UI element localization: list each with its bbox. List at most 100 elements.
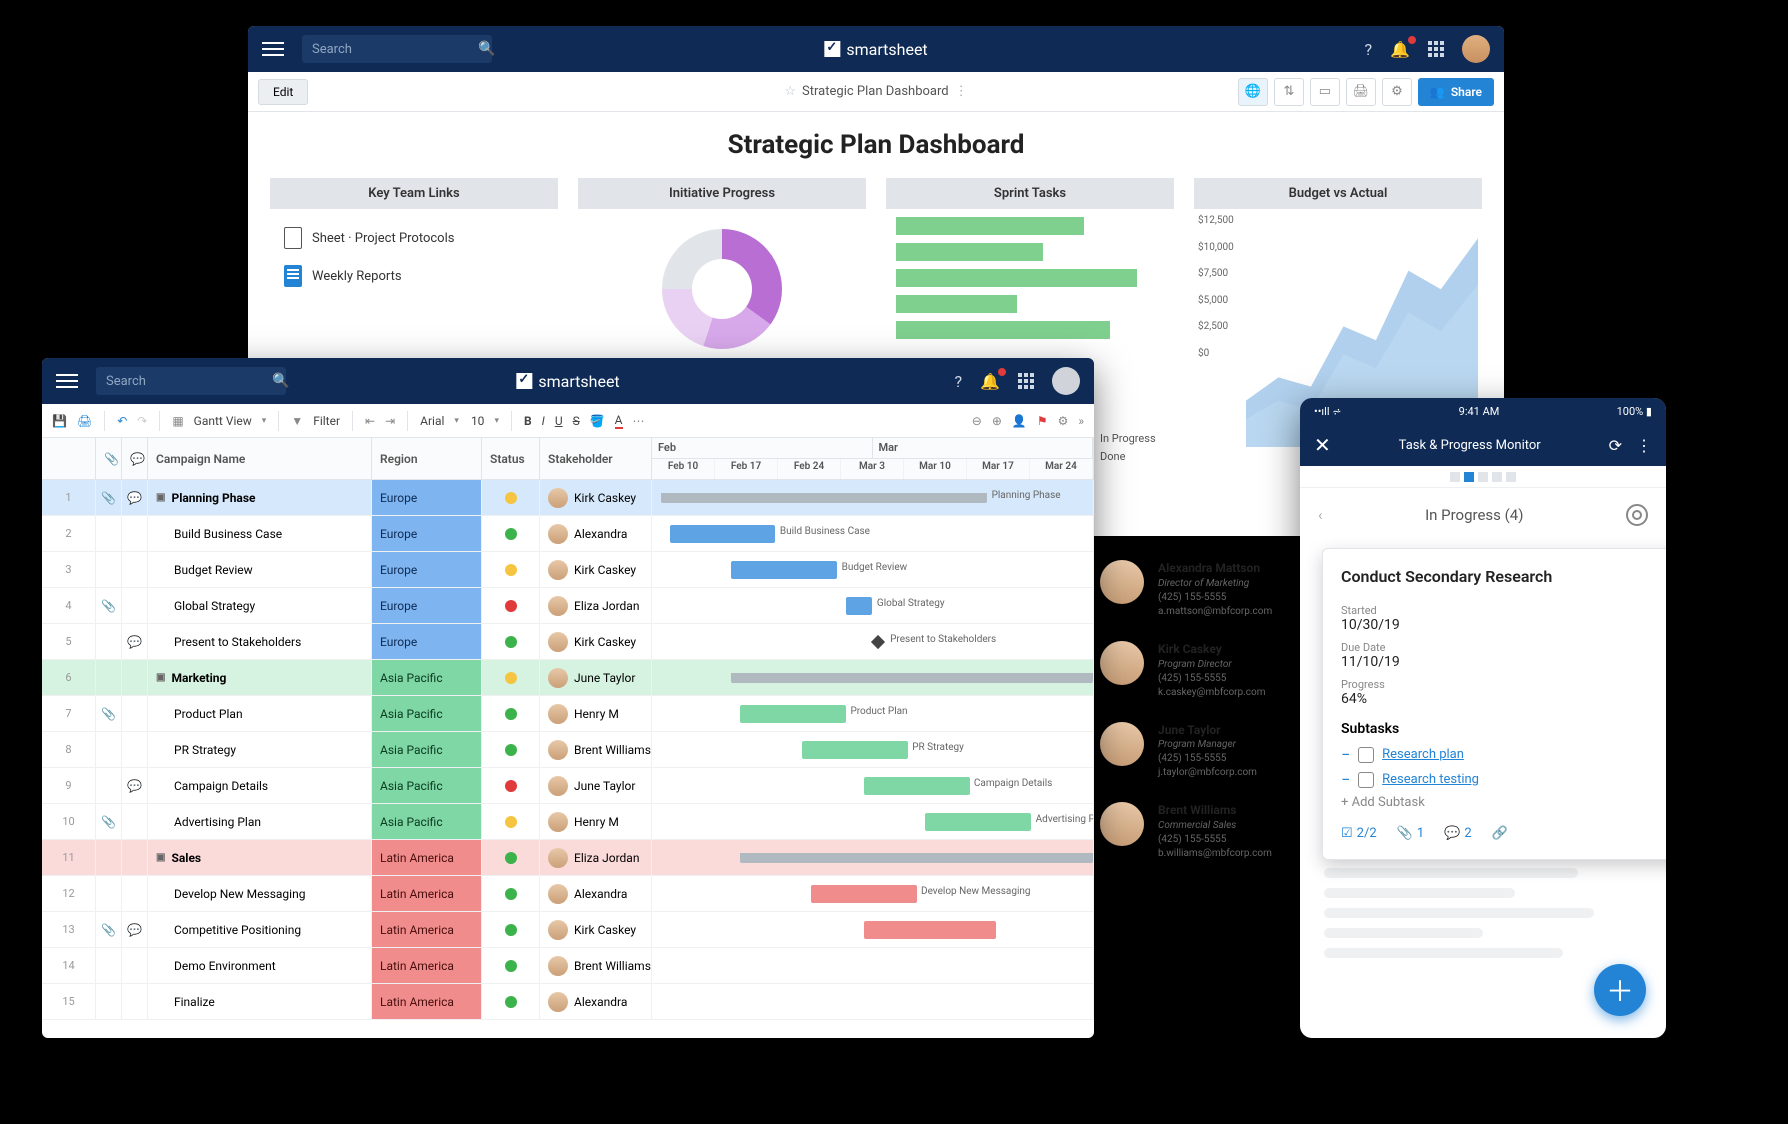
- publish-icon[interactable]: 🌐: [1238, 78, 1268, 106]
- fab-add-button[interactable]: ＋: [1594, 964, 1646, 1016]
- filter-button[interactable]: ▼ Filter: [291, 414, 340, 428]
- row-comment-icon[interactable]: [122, 696, 148, 731]
- cell-name[interactable]: Build Business Case: [148, 516, 372, 551]
- cell-status[interactable]: [482, 480, 540, 515]
- gantt-row[interactable]: 11▣SalesLatin AmericaEliza JordanSales: [42, 840, 1094, 876]
- gantt-row[interactable]: 15FinalizeLatin AmericaAlexandra: [42, 984, 1094, 1020]
- cell-status[interactable]: [482, 912, 540, 947]
- cell-name[interactable]: Global Strategy: [148, 588, 372, 623]
- row-comment-icon[interactable]: [122, 516, 148, 551]
- search-icon[interactable]: 🔍: [478, 41, 495, 57]
- gantt-bar[interactable]: [846, 597, 872, 615]
- search-input[interactable]: [312, 42, 478, 57]
- cell-timeline[interactable]: Product Plan: [652, 696, 1094, 731]
- gantt-row[interactable]: 7📎Product PlanAsia PacificHenry MProduct…: [42, 696, 1094, 732]
- cell-stakeholder[interactable]: Kirk Caskey: [540, 552, 652, 587]
- row-attachment-icon[interactable]: [96, 552, 122, 587]
- cell-region[interactable]: Europe: [372, 480, 482, 515]
- attachment-count[interactable]: 📎 1: [1397, 826, 1425, 841]
- gantt-bar[interactable]: [811, 885, 917, 903]
- phone-tab-active[interactable]: [1464, 472, 1474, 482]
- expand-icon[interactable]: »: [1078, 414, 1084, 428]
- row-comment-icon[interactable]: [122, 732, 148, 767]
- present-icon[interactable]: ▭: [1310, 78, 1340, 106]
- row-attachment-icon[interactable]: 📎: [96, 912, 122, 947]
- row-comment-icon[interactable]: [122, 804, 148, 839]
- cell-timeline[interactable]: Global Strategy: [652, 588, 1094, 623]
- cell-stakeholder[interactable]: June Taylor: [540, 768, 652, 803]
- cell-status[interactable]: [482, 732, 540, 767]
- indent-icon[interactable]: ⇥: [385, 414, 395, 428]
- gantt-bar[interactable]: [661, 493, 987, 503]
- cell-region[interactable]: Latin America: [372, 876, 482, 911]
- row-comment-icon[interactable]: 💬: [122, 768, 148, 803]
- col-status[interactable]: Status: [482, 438, 540, 479]
- text-color-icon[interactable]: A: [615, 413, 623, 429]
- cell-region[interactable]: Latin America: [372, 984, 482, 1019]
- cell-region[interactable]: Asia Pacific: [372, 660, 482, 695]
- cell-name[interactable]: ▣Marketing: [148, 660, 372, 695]
- cell-timeline[interactable]: Develop New Messaging: [652, 876, 1094, 911]
- cell-timeline[interactable]: Marketing: [652, 660, 1094, 695]
- cell-status[interactable]: [482, 840, 540, 875]
- cell-name[interactable]: PR Strategy: [148, 732, 372, 767]
- cell-stakeholder[interactable]: Kirk Caskey: [540, 624, 652, 659]
- cell-status[interactable]: [482, 516, 540, 551]
- cell-name[interactable]: Product Plan: [148, 696, 372, 731]
- gantt-row[interactable]: 14Demo EnvironmentLatin AmericaBrent Wil…: [42, 948, 1094, 984]
- cell-stakeholder[interactable]: Kirk Caskey: [540, 480, 652, 515]
- baselines-icon[interactable]: ⚑: [1037, 414, 1048, 428]
- gantt-bar[interactable]: [864, 777, 970, 795]
- cell-stakeholder[interactable]: Eliza Jordan: [540, 840, 652, 875]
- comment-count[interactable]: 💬 2: [1444, 826, 1472, 841]
- checkbox[interactable]: [1358, 747, 1374, 763]
- cell-status[interactable]: [482, 948, 540, 983]
- row-attachment-icon[interactable]: 📎: [96, 588, 122, 623]
- cell-timeline[interactable]: Present to Stakeholders: [652, 624, 1094, 659]
- undo-icon[interactable]: ↶: [117, 414, 127, 428]
- cell-status[interactable]: [482, 876, 540, 911]
- row-attachment-icon[interactable]: [96, 516, 122, 551]
- row-attachment-icon[interactable]: [96, 732, 122, 767]
- cell-region[interactable]: Europe: [372, 624, 482, 659]
- cell-timeline[interactable]: Sales: [652, 840, 1094, 875]
- row-attachment-icon[interactable]: [96, 948, 122, 983]
- checkbox[interactable]: [1358, 772, 1374, 788]
- menu-icon[interactable]: [56, 374, 78, 388]
- avatar[interactable]: [1052, 367, 1080, 395]
- collapse-icon[interactable]: ▣: [156, 492, 165, 503]
- view-selector[interactable]: ▦ Gantt View ▾: [172, 414, 266, 428]
- gantt-row[interactable]: 9💬Campaign DetailsAsia PacificJune Taylo…: [42, 768, 1094, 804]
- row-attachment-icon[interactable]: [96, 624, 122, 659]
- gantt-bar[interactable]: [731, 561, 837, 579]
- row-attachment-icon[interactable]: 📎: [96, 696, 122, 731]
- search-input[interactable]: [106, 374, 272, 389]
- col-name[interactable]: Campaign Name: [148, 438, 372, 479]
- strike-icon[interactable]: S: [573, 414, 580, 428]
- col-stakeholder[interactable]: Stakeholder: [540, 438, 652, 479]
- add-subtask[interactable]: + Add Subtask: [1341, 795, 1666, 810]
- cell-name[interactable]: Campaign Details: [148, 768, 372, 803]
- gantt-row[interactable]: 2Build Business CaseEuropeAlexandraBuild…: [42, 516, 1094, 552]
- more-icon[interactable]: ⋮: [1636, 436, 1652, 455]
- row-attachment-icon[interactable]: [96, 768, 122, 803]
- cell-status[interactable]: [482, 660, 540, 695]
- cell-status[interactable]: [482, 624, 540, 659]
- gantt-bar[interactable]: [740, 705, 846, 723]
- cell-region[interactable]: Asia Pacific: [372, 768, 482, 803]
- cell-region[interactable]: Latin America: [372, 912, 482, 947]
- search-box[interactable]: 🔍: [96, 367, 286, 395]
- gantt-row[interactable]: 12Develop New MessagingLatin AmericaAlex…: [42, 876, 1094, 912]
- cell-status[interactable]: [482, 804, 540, 839]
- close-icon[interactable]: ✕: [1314, 433, 1331, 457]
- notifications-icon[interactable]: 🔔: [980, 372, 1000, 391]
- link-item[interactable]: Sheet · Project Protocols: [280, 219, 548, 257]
- cell-timeline[interactable]: [652, 912, 1094, 947]
- cell-timeline[interactable]: Planning Phase: [652, 480, 1094, 515]
- gantt-bar[interactable]: [731, 673, 1093, 683]
- subtask-link[interactable]: Research plan: [1382, 747, 1464, 762]
- row-comment-icon[interactable]: [122, 552, 148, 587]
- contacts-icon[interactable]: 👤: [1012, 414, 1027, 428]
- cell-stakeholder[interactable]: Brent Williams: [540, 732, 652, 767]
- menu-icon[interactable]: [262, 42, 284, 56]
